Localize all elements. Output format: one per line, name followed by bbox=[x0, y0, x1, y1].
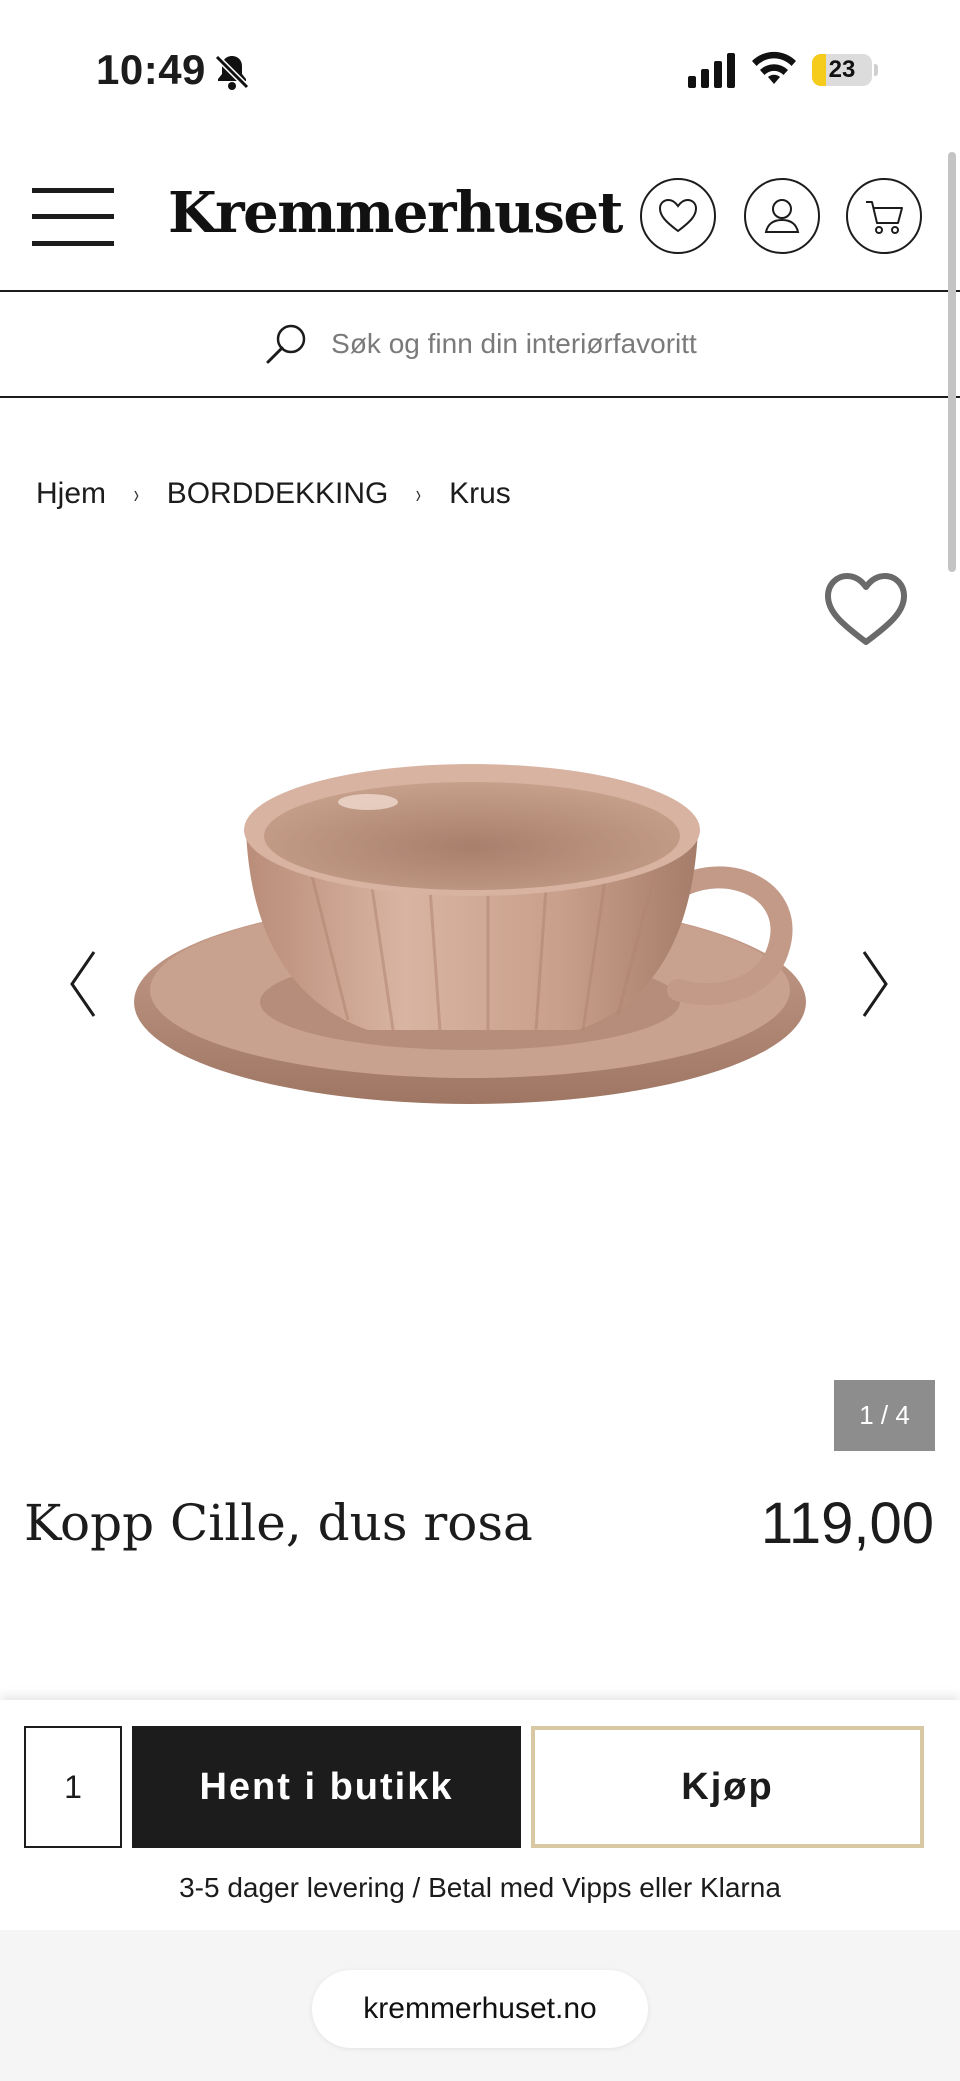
breadcrumb-separator: › bbox=[133, 478, 139, 509]
image-counter: 1 / 4 bbox=[834, 1380, 935, 1451]
user-icon bbox=[764, 199, 800, 233]
breadcrumb-home[interactable]: Hjem bbox=[36, 477, 106, 511]
status-time: 10:49 bbox=[96, 46, 206, 93]
wifi-icon bbox=[752, 51, 796, 84]
previous-image-arrow-icon[interactable] bbox=[66, 948, 100, 1020]
cart-button[interactable] bbox=[846, 178, 922, 254]
buy-button[interactable]: Kjøp bbox=[531, 1726, 924, 1848]
battery-level: 23 bbox=[828, 56, 856, 83]
delivery-info: 3-5 dager levering / Betal med Vipps ell… bbox=[179, 1872, 781, 1903]
breadcrumb-separator: › bbox=[416, 478, 422, 509]
search-input[interactable]: Søk og finn din interiørfavoritt bbox=[331, 328, 697, 360]
search-bar[interactable]: Søk og finn din interiørfavoritt bbox=[0, 292, 960, 396]
wishlist-button[interactable] bbox=[640, 178, 716, 254]
heart-icon bbox=[658, 198, 698, 233]
site-header: Kremmerhuset bbox=[0, 150, 960, 290]
page-scrollbar[interactable] bbox=[948, 152, 956, 572]
breadcrumb-category[interactable]: BORDDEKKING bbox=[167, 477, 389, 511]
bell-slash-icon bbox=[214, 54, 250, 90]
status-bar: 10:49 23 bbox=[0, 0, 960, 140]
quantity-input[interactable] bbox=[24, 1726, 122, 1848]
account-button[interactable] bbox=[744, 178, 820, 254]
product-title: Kopp Cille, dus rosa bbox=[24, 1494, 533, 1552]
cart-icon bbox=[866, 201, 903, 234]
menu-icon[interactable] bbox=[32, 184, 114, 250]
product-image[interactable] bbox=[118, 740, 838, 1220]
breadcrumb: Hjem › BORDDEKKING › Krus bbox=[36, 474, 511, 514]
browser-url-bar[interactable]: kremmerhuset.no bbox=[312, 1970, 648, 2048]
next-image-arrow-icon[interactable] bbox=[858, 948, 892, 1020]
site-logo[interactable]: Kremmerhuset bbox=[168, 180, 623, 246]
pickup-in-store-button[interactable]: Hent i butikk bbox=[132, 1726, 521, 1848]
search-divider bbox=[0, 396, 960, 398]
battery-charging-icon: 23 bbox=[812, 54, 878, 86]
breadcrumb-subcategory[interactable]: Krus bbox=[449, 477, 511, 511]
product-price: 119,00 bbox=[760, 1491, 934, 1556]
add-to-wishlist-icon[interactable] bbox=[822, 568, 910, 650]
search-icon bbox=[266, 324, 306, 364]
signal-icon bbox=[688, 53, 735, 88]
